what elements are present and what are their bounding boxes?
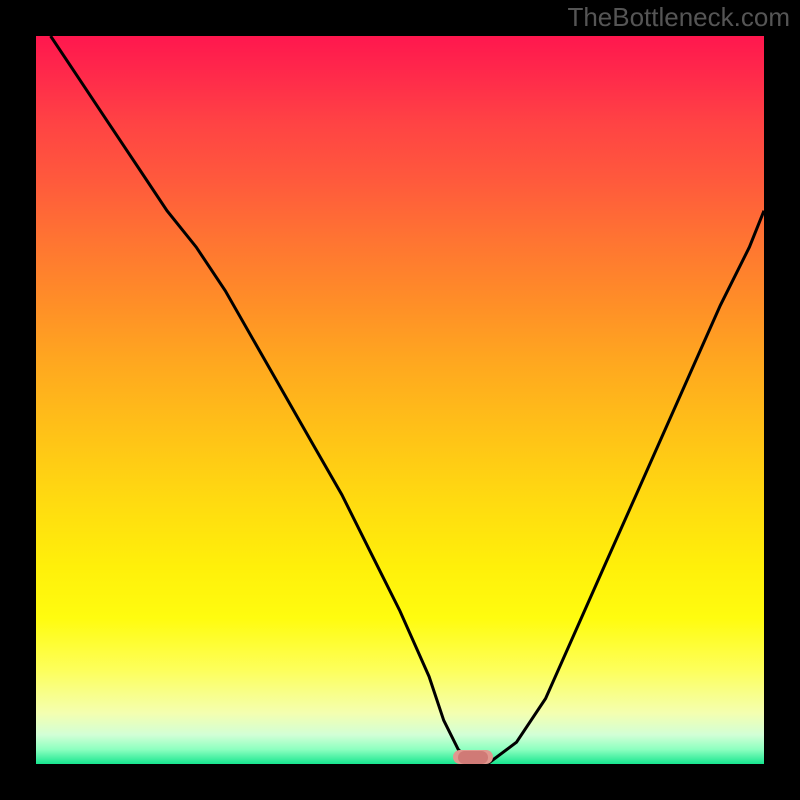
bottleneck-curve	[36, 36, 764, 764]
plot-area	[36, 36, 764, 764]
optimal-marker	[458, 751, 488, 764]
watermark-text: TheBottleneck.com	[567, 2, 790, 33]
bottleneck-chart: TheBottleneck.com	[0, 0, 800, 800]
